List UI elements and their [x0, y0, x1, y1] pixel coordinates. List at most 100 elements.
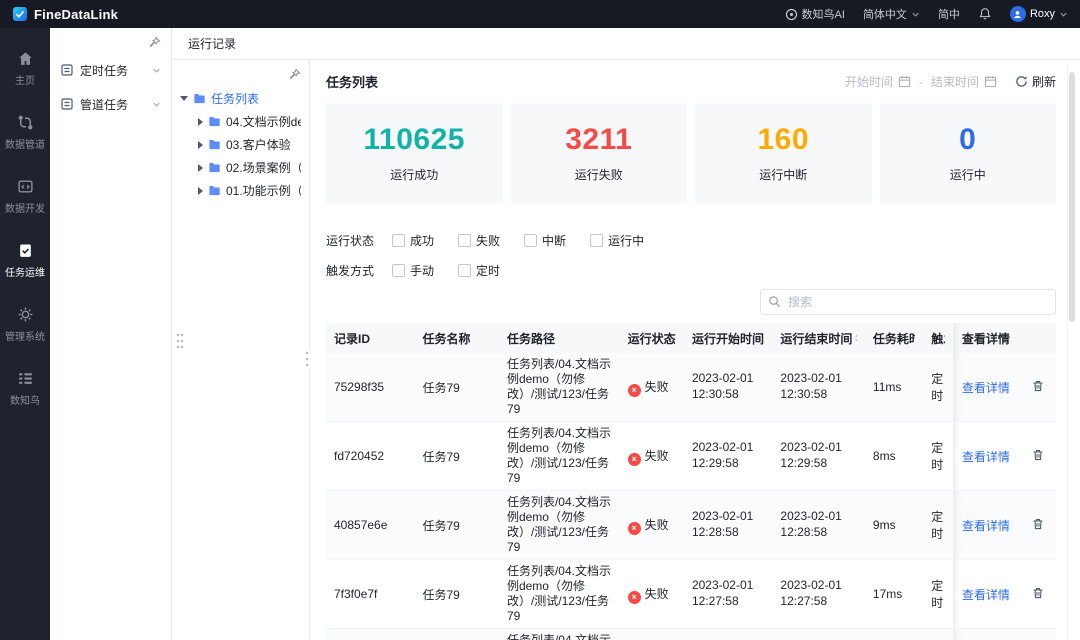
scrollbar-thumb[interactable]	[1069, 72, 1075, 322]
checkbox-manual[interactable]: 手动	[392, 262, 434, 279]
refresh-icon	[1016, 76, 1027, 87]
col-task-path: 任务路径	[498, 323, 620, 353]
col-trigger: 触发	[923, 323, 954, 353]
ai-icon	[785, 8, 797, 20]
language-short-toggle[interactable]: 简中	[938, 6, 960, 22]
pin-icon[interactable]	[288, 68, 301, 81]
trigger-cell: 定时	[923, 490, 954, 560]
run-status-cell: ×失败	[619, 559, 684, 629]
run-status-cell: ×失败	[619, 628, 684, 640]
task-name-cell: 任务79	[414, 490, 499, 560]
task-name-cell: 任务79	[414, 353, 499, 422]
notification-bell[interactable]	[978, 7, 992, 21]
view-detail-link[interactable]: 查看详情	[962, 519, 1010, 533]
search-input[interactable]	[760, 289, 1056, 315]
tree-node-02-scenarios[interactable]: 02.场景案例（勿...	[180, 156, 301, 179]
end-time-cell: 2023-02-01 12:30:58	[772, 353, 865, 422]
task-doc-icon	[61, 98, 73, 110]
avatar	[1009, 6, 1026, 22]
folder-icon	[209, 186, 220, 196]
view-detail-link[interactable]: 查看详情	[962, 588, 1010, 602]
table-row[interactable]: 7f3f0e7f 任务79 任务列表/04.文档示例demo（勿修改）/测试/1…	[326, 559, 1056, 629]
app-title: FineDataLink	[34, 6, 119, 22]
col-run-status: 运行状态	[619, 323, 684, 353]
start-date-input[interactable]: 开始时间	[845, 73, 911, 90]
duration-cell: 17ms	[864, 559, 924, 629]
run-status-cell: ×失败	[619, 353, 684, 422]
scrollbar-track	[1067, 64, 1077, 640]
tree-node-03-customer[interactable]: 03.客户体验	[180, 133, 301, 156]
tabbar: 运行记录	[172, 28, 1080, 60]
checkbox-scheduled[interactable]: 定时	[458, 262, 500, 279]
checkbox-icon	[524, 233, 538, 247]
delete-icon[interactable]	[1031, 448, 1045, 462]
page-title: 任务列表	[326, 75, 379, 90]
task-name-cell: 任务79	[414, 559, 499, 629]
checkbox-running[interactable]: 运行中	[590, 232, 644, 249]
rail-item-admin[interactable]: 管理系统	[5, 306, 45, 343]
pin-icon[interactable]	[148, 36, 161, 49]
checkbox-success[interactable]: 成功	[392, 232, 434, 249]
delete-icon[interactable]	[1031, 586, 1045, 600]
stat-card-failed: 3211 运行失败	[510, 103, 687, 203]
checkbox-icon	[458, 263, 472, 277]
home-icon	[18, 52, 32, 65]
tree-node-04-docs[interactable]: 04.文档示例dem...	[180, 110, 301, 133]
table-row[interactable]: 40857e6e 任务79 任务列表/04.文档示例demo（勿修改）/测试/1…	[326, 490, 1056, 560]
tree-node-01-features[interactable]: 01.功能示例（勿...	[180, 179, 301, 202]
sort-icon	[855, 333, 857, 343]
table-row[interactable]: 5bfbec31 任务79 任务列表/04.文档示例demo（勿修改）/测试/1…	[326, 628, 1056, 640]
col-start-time-sort[interactable]: 运行开始时间	[683, 323, 773, 353]
task-path-cell: 任务列表/04.文档示例demo（勿修改）/测试/123/任务79	[498, 353, 620, 422]
ai-assistant-button[interactable]: 数知鸟AI	[785, 6, 845, 22]
rail-item-shuzhiniao[interactable]: 数知鸟	[10, 370, 40, 407]
delete-icon[interactable]	[1031, 379, 1045, 393]
user-menu[interactable]: Roxy	[1009, 6, 1068, 22]
table-row[interactable]: 75298f35 任务79 任务列表/04.文档示例demo（勿修改）/测试/1…	[326, 353, 1056, 422]
start-time-cell: 2023-02-01 12:26:58	[683, 628, 773, 640]
table-row[interactable]: fd720452 任务79 任务列表/04.文档示例demo（勿修改）/测试/1…	[326, 421, 1056, 491]
rail-item-home[interactable]: 主页	[15, 50, 35, 87]
subnav-item-pipeline-tasks[interactable]: 管道任务	[50, 87, 171, 121]
clipboard-check-icon	[19, 244, 31, 257]
task-path-cell: 任务列表/04.文档示例demo（勿修改）/测试/123/任务79	[498, 490, 620, 560]
view-detail-link[interactable]: 查看详情	[962, 381, 1010, 395]
subnav-panel: 定时任务 管道任务	[50, 28, 172, 640]
delete-icon[interactable]	[1031, 517, 1045, 531]
rail-item-data-dev[interactable]: 数据开发	[5, 178, 45, 215]
trigger-filter-label: 触发方式	[326, 263, 375, 278]
end-date-input[interactable]: 结束时间	[931, 73, 997, 90]
search-icon	[769, 296, 780, 307]
checkbox-interrupted[interactable]: 中断	[524, 232, 566, 249]
record-id-cell: fd720452	[326, 421, 415, 491]
user-icon	[1014, 10, 1022, 18]
col-end-time-sort[interactable]: 运行结束时间	[772, 323, 865, 353]
calendar-icon	[898, 76, 911, 88]
refresh-button[interactable]: 刷新	[1015, 73, 1056, 90]
app-logo[interactable]: FineDataLink	[12, 6, 118, 22]
rail-item-data-pipeline[interactable]: 数据管道	[5, 114, 45, 151]
tree-node-task-list[interactable]: 任务列表	[180, 87, 301, 110]
subnav-item-scheduled-tasks[interactable]: 定时任务	[50, 53, 171, 87]
checkbox-failed[interactable]: 失败	[458, 232, 500, 249]
checkbox-icon	[392, 233, 406, 247]
detail-cell: 查看详情	[952, 490, 1020, 560]
stat-value: 160	[757, 123, 810, 156]
main-panel: 任务列表 开始时间 - 结束时间 刷新 110625 运行成功 3211 运行失…	[310, 60, 1080, 640]
gear-icon	[18, 307, 32, 322]
folder-icon	[209, 163, 220, 173]
tab-run-records[interactable]: 运行记录	[188, 35, 236, 52]
pipeline-icon	[18, 115, 32, 130]
resize-grip[interactable]	[176, 332, 184, 350]
caret-down-icon	[180, 96, 188, 101]
col-record-id: 记录ID	[326, 323, 415, 353]
view-detail-link[interactable]: 查看详情	[962, 450, 1010, 464]
language-select[interactable]: 简体中文	[863, 6, 920, 22]
col-duration-sort[interactable]: 任务耗时	[864, 323, 924, 353]
rail-item-task-ops[interactable]: 任务运维	[5, 242, 45, 279]
folder-icon	[194, 94, 205, 104]
chevron-down-icon	[912, 12, 919, 17]
detail-cell: 查看详情	[952, 628, 1020, 640]
start-time-cell: 2023-02-01 12:29:58	[683, 421, 773, 491]
caret-right-icon	[198, 186, 203, 195]
